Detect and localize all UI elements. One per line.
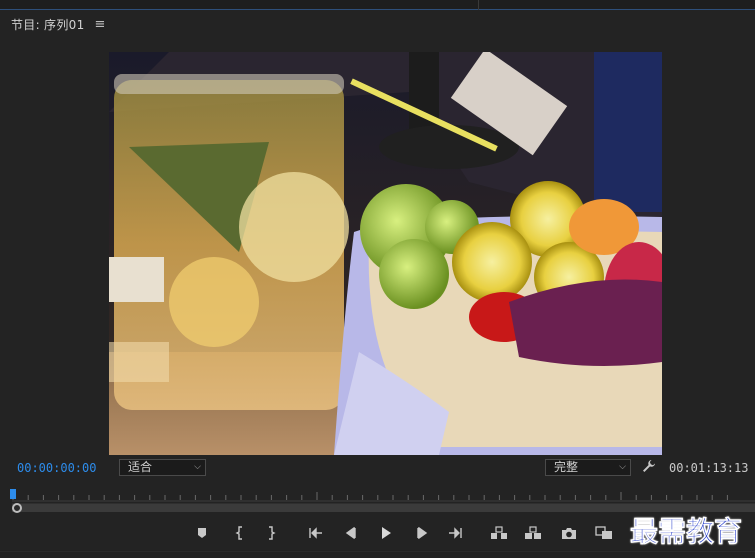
playback-resolution-select[interactable]: 完整 ⌵ [545, 459, 631, 476]
zoom-level-select[interactable]: 适合 ⌵ [119, 459, 206, 476]
wrench-icon[interactable] [642, 459, 658, 475]
bottom-panel-border [0, 551, 755, 558]
zoom-scroll-handle[interactable] [12, 503, 22, 513]
playback-resolution-value: 完整 [554, 460, 579, 474]
marker-icon[interactable] [191, 522, 213, 544]
hamburger-menu-icon[interactable]: ≡ [95, 17, 106, 32]
go-to-in-icon[interactable] [305, 522, 327, 544]
monitor-controls-row: 00:00:00:00 适合 ⌵ 完整 ⌵ 00:01:13:13 [0, 458, 755, 480]
mark-out-icon[interactable] [260, 522, 282, 544]
duration-timecode: 00:01:13:13 [669, 461, 749, 475]
play-icon[interactable] [375, 522, 397, 544]
compare-icon[interactable] [593, 522, 615, 544]
panel-title[interactable]: 节目: 序列01 [11, 16, 85, 33]
step-forward-icon[interactable] [411, 522, 433, 544]
camera-icon[interactable] [558, 522, 580, 544]
panel-header: 节目: 序列01 ≡ [0, 11, 755, 37]
go-to-out-icon[interactable] [444, 522, 466, 544]
step-back-icon[interactable] [340, 522, 362, 544]
zoom-level-value: 适合 [128, 460, 153, 474]
lift-icon[interactable] [488, 522, 510, 544]
current-timecode[interactable]: 00:00:00:00 [17, 461, 96, 475]
chevron-down-icon: ⌵ [619, 462, 626, 472]
panel-divider [478, 0, 479, 10]
extract-icon[interactable] [522, 522, 544, 544]
playhead-marker[interactable] [10, 489, 16, 499]
mark-in-icon[interactable] [229, 522, 251, 544]
watermark-logo: 最需教育 [630, 515, 743, 549]
program-video-frame[interactable] [109, 52, 662, 455]
top-panel-border [0, 0, 755, 10]
chevron-down-icon: ⌵ [194, 462, 201, 472]
video-frame-image [109, 52, 662, 455]
